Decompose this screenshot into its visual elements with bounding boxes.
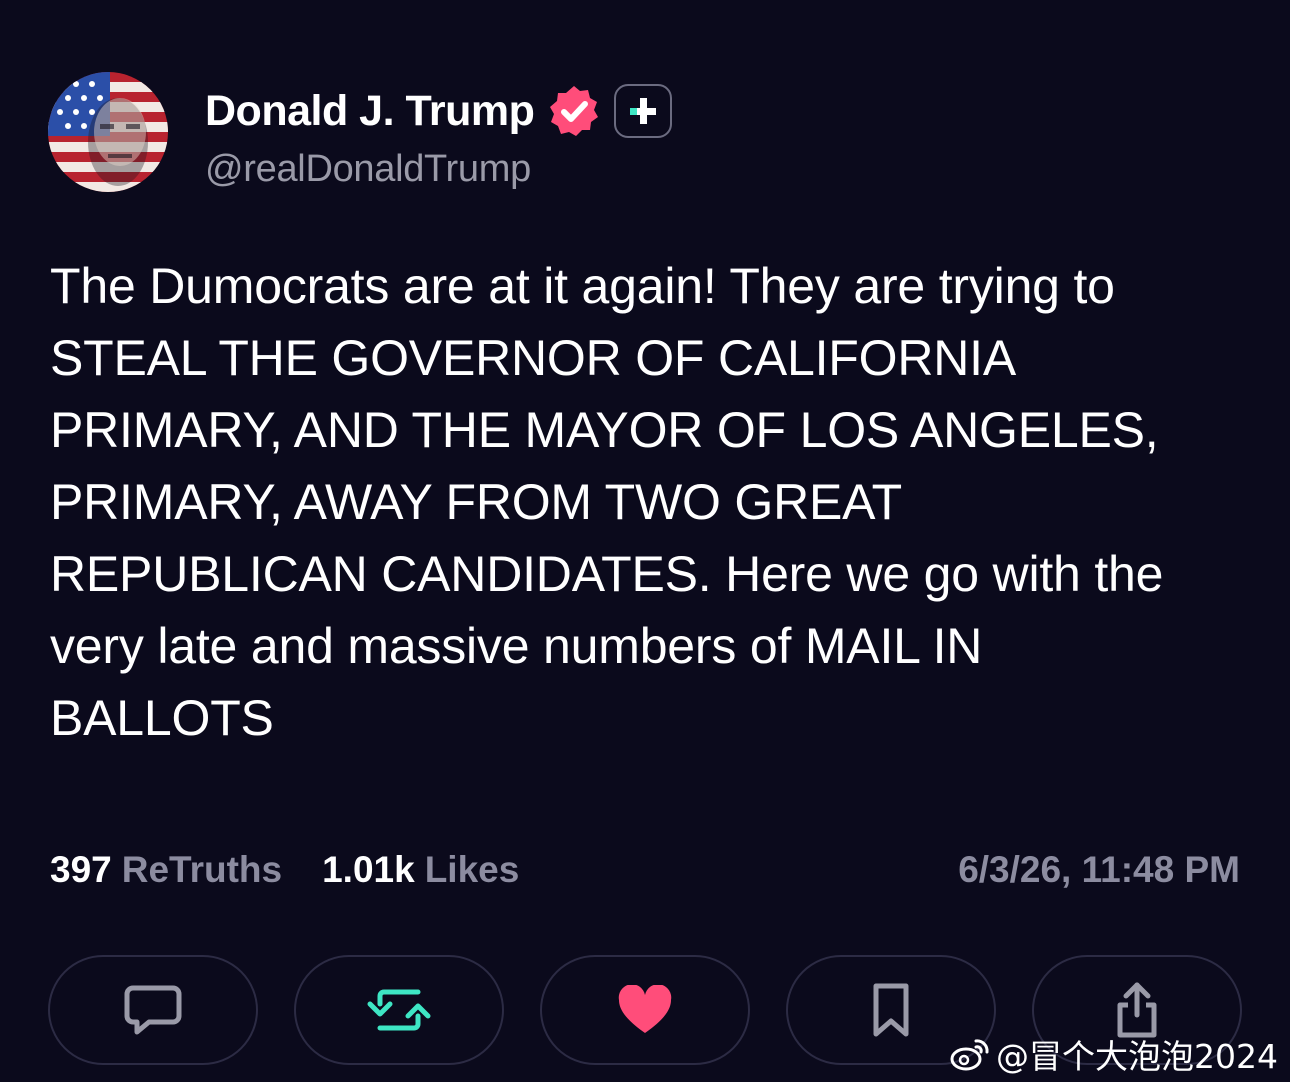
author-name-row: Donald J. Trump [205,83,673,139]
post-body-text: The Dumocrats are at it again! They are … [50,258,1164,746]
likes-label: Likes [424,849,520,890]
weibo-icon [950,1039,989,1071]
reply-button[interactable] [48,955,258,1065]
watermark-text: @冒个大泡泡2024 [996,1037,1278,1076]
likes-count: 1.01k [322,849,415,890]
verified-badge-icon [546,83,602,139]
post-container: Donald J. Trump @realDonaldTrump The Dum… [0,0,1290,1082]
heart-icon [618,985,672,1033]
post-stats: 397 ReTruths 1.01k Likes 6/3/26, 11:48 P… [50,845,1240,895]
author-handle[interactable]: @realDonaldTrump [205,148,531,191]
retruths-count: 397 [50,849,112,890]
weibo-watermark: @冒个大泡泡2024 [950,1030,1278,1078]
avatar[interactable] [48,72,168,192]
retruths-stat[interactable]: 397 ReTruths [50,849,282,891]
author-display-name[interactable]: Donald J. Trump [205,87,535,136]
likes-stat[interactable]: 1.01k Likes [322,849,519,891]
retruth-icon [367,989,431,1031]
reply-icon [124,985,182,1035]
post-timestamp: 6/3/26, 11:48 PM [958,849,1240,890]
flag-portrait-avatar-icon [48,72,168,192]
retruth-button[interactable] [294,955,504,1065]
bookmark-icon [873,983,909,1037]
like-button[interactable] [540,955,750,1065]
retruths-label: ReTruths [121,849,283,890]
truth-plus-badge-icon[interactable] [614,84,673,138]
